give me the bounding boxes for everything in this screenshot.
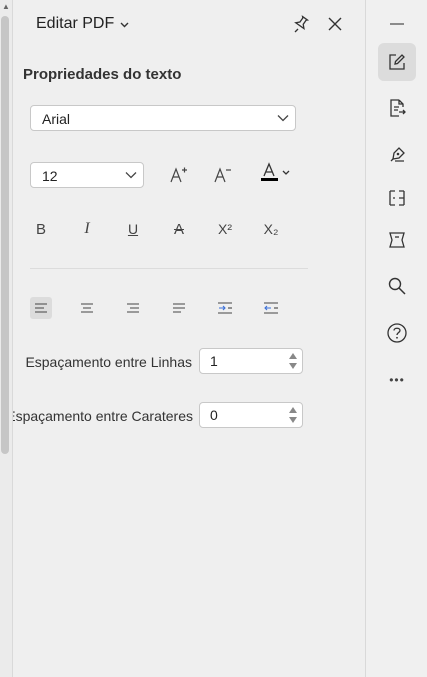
align-justify-button[interactable] — [168, 297, 190, 319]
more-options-button[interactable]: ••• — [378, 361, 416, 399]
spin-down-icon[interactable] — [288, 362, 298, 370]
align-right-icon — [127, 303, 139, 313]
line-spacing-label: Espaçamento entre Linhas — [25, 354, 192, 370]
underline-button[interactable]: U — [122, 218, 144, 240]
char-spacing-label-clip: Espaçamento entre Carateres — [13, 402, 193, 428]
spin-down-icon[interactable] — [288, 416, 298, 424]
pin-button[interactable] — [291, 14, 311, 34]
divider — [30, 268, 308, 269]
spin-up-icon[interactable] — [288, 406, 298, 414]
align-center-icon — [81, 303, 93, 313]
spin-up-icon[interactable] — [288, 352, 298, 360]
decrease-font-size-icon — [214, 167, 231, 183]
align-center-button[interactable] — [76, 297, 98, 319]
compare-pdf-button[interactable] — [378, 179, 416, 217]
indent-increase-button[interactable] — [214, 297, 236, 319]
minimize-icon — [390, 23, 404, 25]
panel-title-dropdown[interactable]: Editar PDF — [36, 15, 129, 33]
chevron-down-icon — [125, 171, 137, 179]
font-family-value: Arial — [42, 111, 71, 127]
scroll-up-arrow[interactable]: ▲ — [1, 2, 11, 12]
char-spacing-input[interactable]: 0 — [199, 402, 303, 428]
more-icon: ••• — [389, 373, 405, 387]
font-size-value: 12 — [42, 168, 58, 184]
indent-increase-icon — [218, 302, 232, 314]
search-icon — [388, 277, 406, 295]
underline-label: U — [127, 221, 139, 237]
help-icon — [387, 323, 407, 343]
subscript-button[interactable]: X₂ — [260, 218, 282, 240]
panel-title: Editar PDF — [36, 15, 115, 32]
pen-sign-icon — [390, 147, 405, 162]
convert-pdf-icon — [390, 99, 406, 117]
convert-pdf-button[interactable] — [378, 89, 416, 127]
indent-decrease-button[interactable] — [260, 297, 282, 319]
increase-font-size-icon — [170, 167, 187, 183]
pin-icon — [294, 15, 310, 33]
chevron-down-icon — [120, 22, 129, 28]
line-spacing-input[interactable]: 1 — [199, 348, 303, 374]
italic-button[interactable]: I — [76, 218, 98, 240]
close-icon — [328, 17, 342, 31]
align-left-button[interactable] — [30, 297, 52, 319]
line-spacing-value: 1 — [210, 353, 218, 369]
compare-icon — [389, 190, 405, 206]
align-left-icon — [35, 303, 47, 313]
close-button[interactable] — [325, 14, 345, 34]
chevron-down-icon — [277, 114, 289, 122]
char-spacing-label: Espaçamento entre Carateres — [13, 408, 193, 424]
strikethrough-label: A — [173, 220, 184, 238]
align-right-button[interactable] — [122, 297, 144, 319]
italic-label: I — [84, 220, 90, 237]
scroll-thumb[interactable] — [1, 16, 9, 454]
right-toolbar: ••• — [366, 0, 427, 677]
sign-pdf-button[interactable] — [378, 136, 416, 174]
help-button[interactable] — [378, 314, 416, 352]
section-title: Propriedades do texto — [23, 66, 182, 83]
page-organize-button[interactable] — [378, 221, 416, 259]
text-color-icon — [261, 162, 290, 181]
char-spacing-value: 0 — [210, 407, 218, 423]
decrease-font-size-button[interactable] — [211, 164, 233, 186]
superscript-button[interactable]: X² — [214, 218, 236, 240]
font-family-select[interactable]: Arial — [30, 105, 296, 131]
minimize-panel-button[interactable] — [378, 5, 416, 43]
page-organize-icon — [389, 232, 405, 248]
strikethrough-button[interactable]: A — [168, 218, 190, 240]
edit-pdf-panel: Editar PDF Propriedades do texto Arial 1… — [13, 0, 366, 677]
edit-pdf-tool-button[interactable] — [378, 43, 416, 81]
subscript-label: X₂ — [263, 221, 279, 237]
bold-label: B — [35, 220, 46, 238]
font-size-select[interactable]: 12 — [30, 162, 144, 188]
left-scrollbar[interactable]: ▲ — [0, 0, 13, 677]
indent-decrease-icon — [264, 302, 278, 314]
bold-button[interactable]: B — [30, 218, 52, 240]
increase-font-size-button[interactable] — [167, 164, 189, 186]
superscript-label: X² — [218, 221, 232, 237]
text-color-button[interactable] — [259, 162, 293, 184]
edit-pdf-icon — [389, 54, 405, 70]
align-justify-icon — [173, 303, 185, 313]
search-button[interactable] — [378, 267, 416, 305]
